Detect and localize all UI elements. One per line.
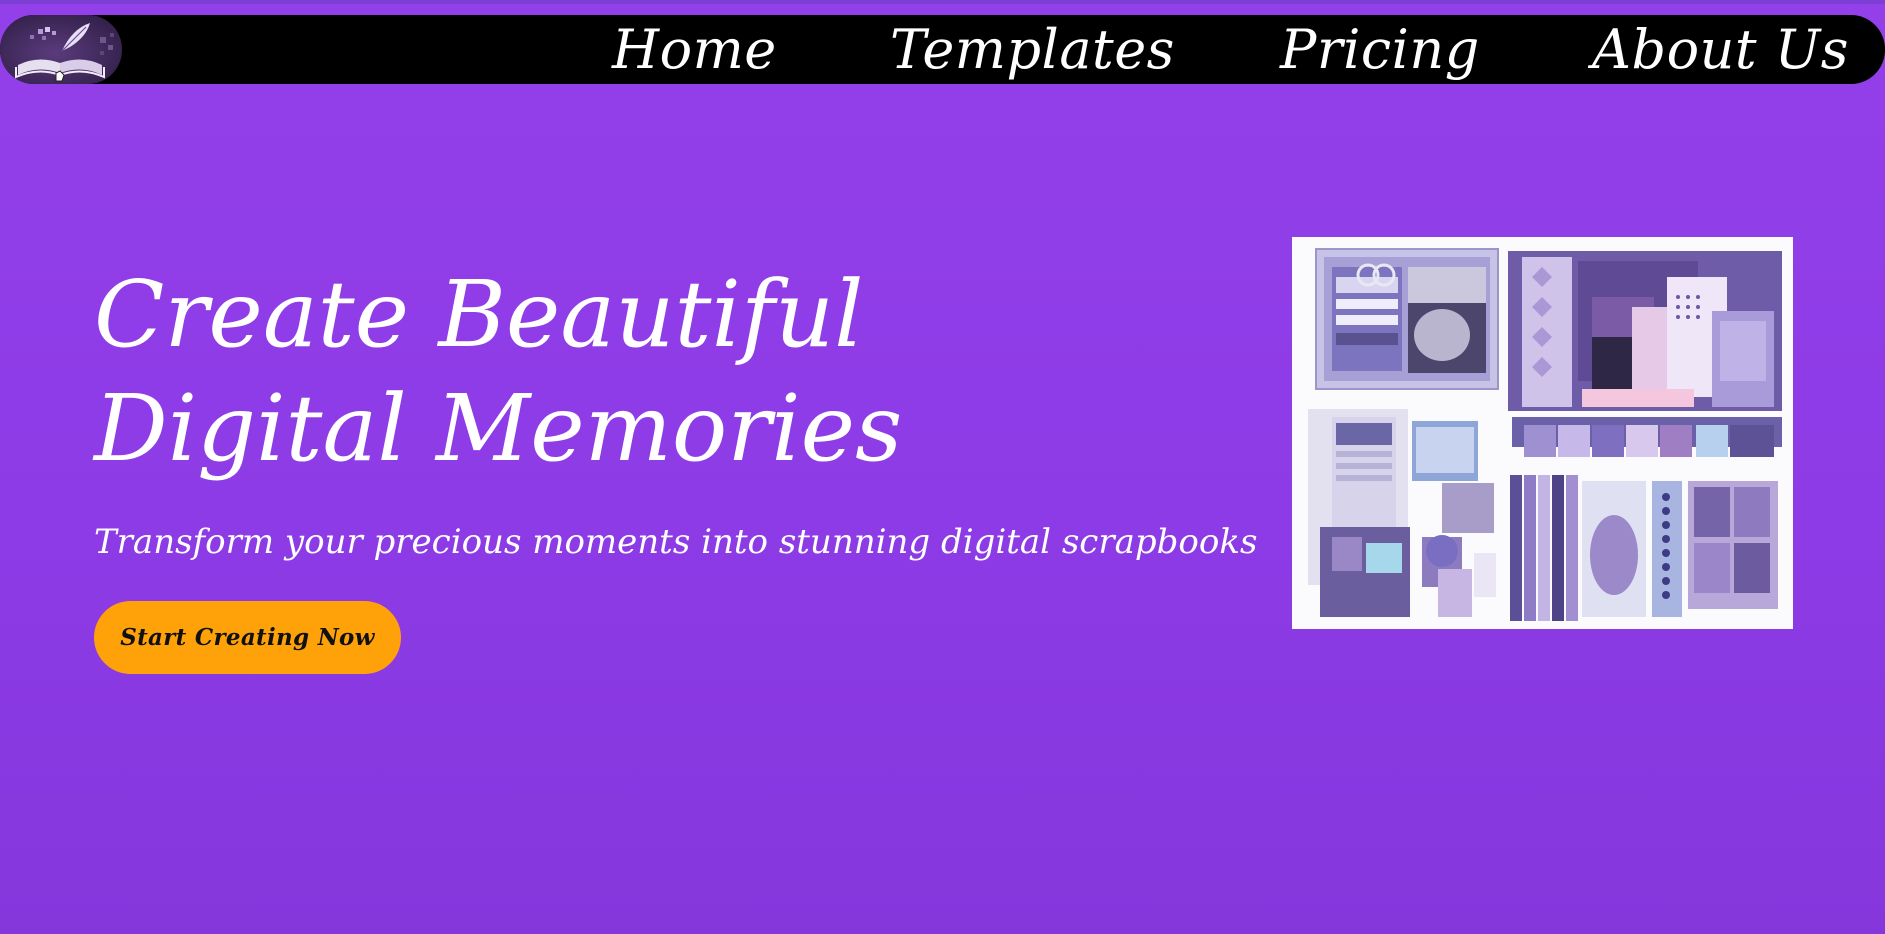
- hero-image: [1292, 237, 1793, 629]
- scrapbook-collage-illustration: [1292, 237, 1793, 629]
- top-border: [0, 0, 1885, 4]
- nav-links: Home Templates Pricing About Us: [0, 15, 1885, 84]
- nav-link-home[interactable]: Home: [612, 15, 777, 84]
- hero-title: Create Beautiful Digital Memories: [94, 261, 903, 482]
- start-creating-button[interactable]: Start Creating Now: [94, 601, 401, 674]
- hero-subtitle: Transform your precious moments into stu…: [94, 522, 1258, 562]
- nav-link-pricing[interactable]: Pricing: [1280, 15, 1480, 84]
- nav-link-templates[interactable]: Templates: [890, 15, 1175, 84]
- nav-link-about-us[interactable]: About Us: [1592, 15, 1849, 84]
